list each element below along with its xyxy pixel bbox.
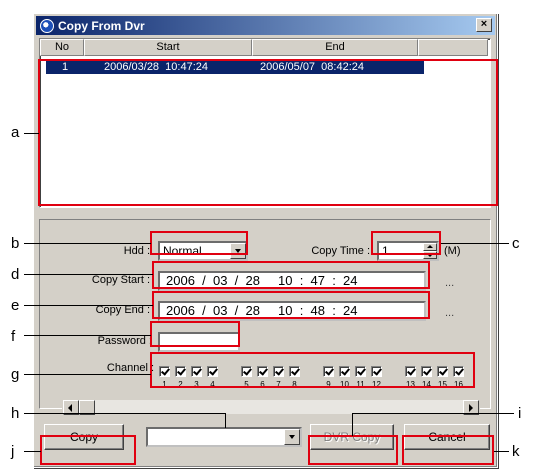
leader-line-i <box>352 413 514 414</box>
highlight-box-b <box>150 231 248 255</box>
highlight-box-i <box>308 435 398 465</box>
callout-j: j <box>11 443 15 460</box>
copy-time-label: Copy Time : <box>311 245 370 257</box>
leader-line-b <box>24 243 151 244</box>
leader-line-k <box>494 451 509 452</box>
leader-line-e <box>24 305 153 306</box>
callout-e: e <box>11 297 20 314</box>
leader-line-i-drop <box>352 413 353 436</box>
leader-line-h-drop <box>225 413 226 428</box>
highlight-box-j <box>40 435 136 465</box>
column-header-no[interactable]: No <box>40 39 84 56</box>
leader-line-f <box>24 335 151 336</box>
column-header-end[interactable]: End <box>252 39 418 56</box>
password-label: Password : <box>97 335 152 347</box>
callout-b: b <box>11 235 20 252</box>
callout-g: g <box>11 366 20 383</box>
column-header-blank <box>418 39 488 56</box>
window-title: Copy From Dvr <box>58 18 145 33</box>
column-header-start[interactable]: Start <box>84 39 252 56</box>
callout-d: d <box>11 266 20 283</box>
callout-k: k <box>512 443 520 460</box>
highlight-box-d <box>152 261 430 289</box>
callout-f: f <box>11 328 16 345</box>
leader-line-h <box>24 413 225 414</box>
app-icon <box>40 18 54 33</box>
device-select[interactable] <box>146 427 302 447</box>
list-header: No Start End <box>40 39 490 56</box>
copy-start-more-button[interactable]: ... <box>445 277 454 289</box>
close-button[interactable]: × <box>476 18 492 32</box>
leader-line-g <box>24 374 151 375</box>
hdd-label: Hdd : <box>123 245 150 257</box>
channel-label: Channel : <box>106 362 154 374</box>
copy-start-label: Copy Start : <box>91 274 150 286</box>
callout-c: c <box>512 235 520 252</box>
copy-time-unit: (M) <box>444 245 461 257</box>
leader-line-j <box>24 451 41 452</box>
leader-line-a <box>24 133 39 134</box>
callout-i: i <box>518 405 522 422</box>
highlight-box-c <box>371 231 441 255</box>
leader-line-c <box>441 243 509 244</box>
callout-a: a <box>11 124 20 141</box>
leader-line-d <box>24 274 153 275</box>
highlight-box-k <box>402 435 494 465</box>
chevron-down-icon[interactable] <box>284 429 300 445</box>
highlight-box-e <box>152 291 430 319</box>
copy-end-more-button[interactable]: ... <box>445 307 454 319</box>
highlight-box-f <box>150 321 240 347</box>
callout-h: h <box>11 405 20 422</box>
title-bar[interactable]: Copy From Dvr × <box>36 16 495 35</box>
highlight-box-g <box>150 352 475 388</box>
highlight-box-a <box>38 59 498 206</box>
